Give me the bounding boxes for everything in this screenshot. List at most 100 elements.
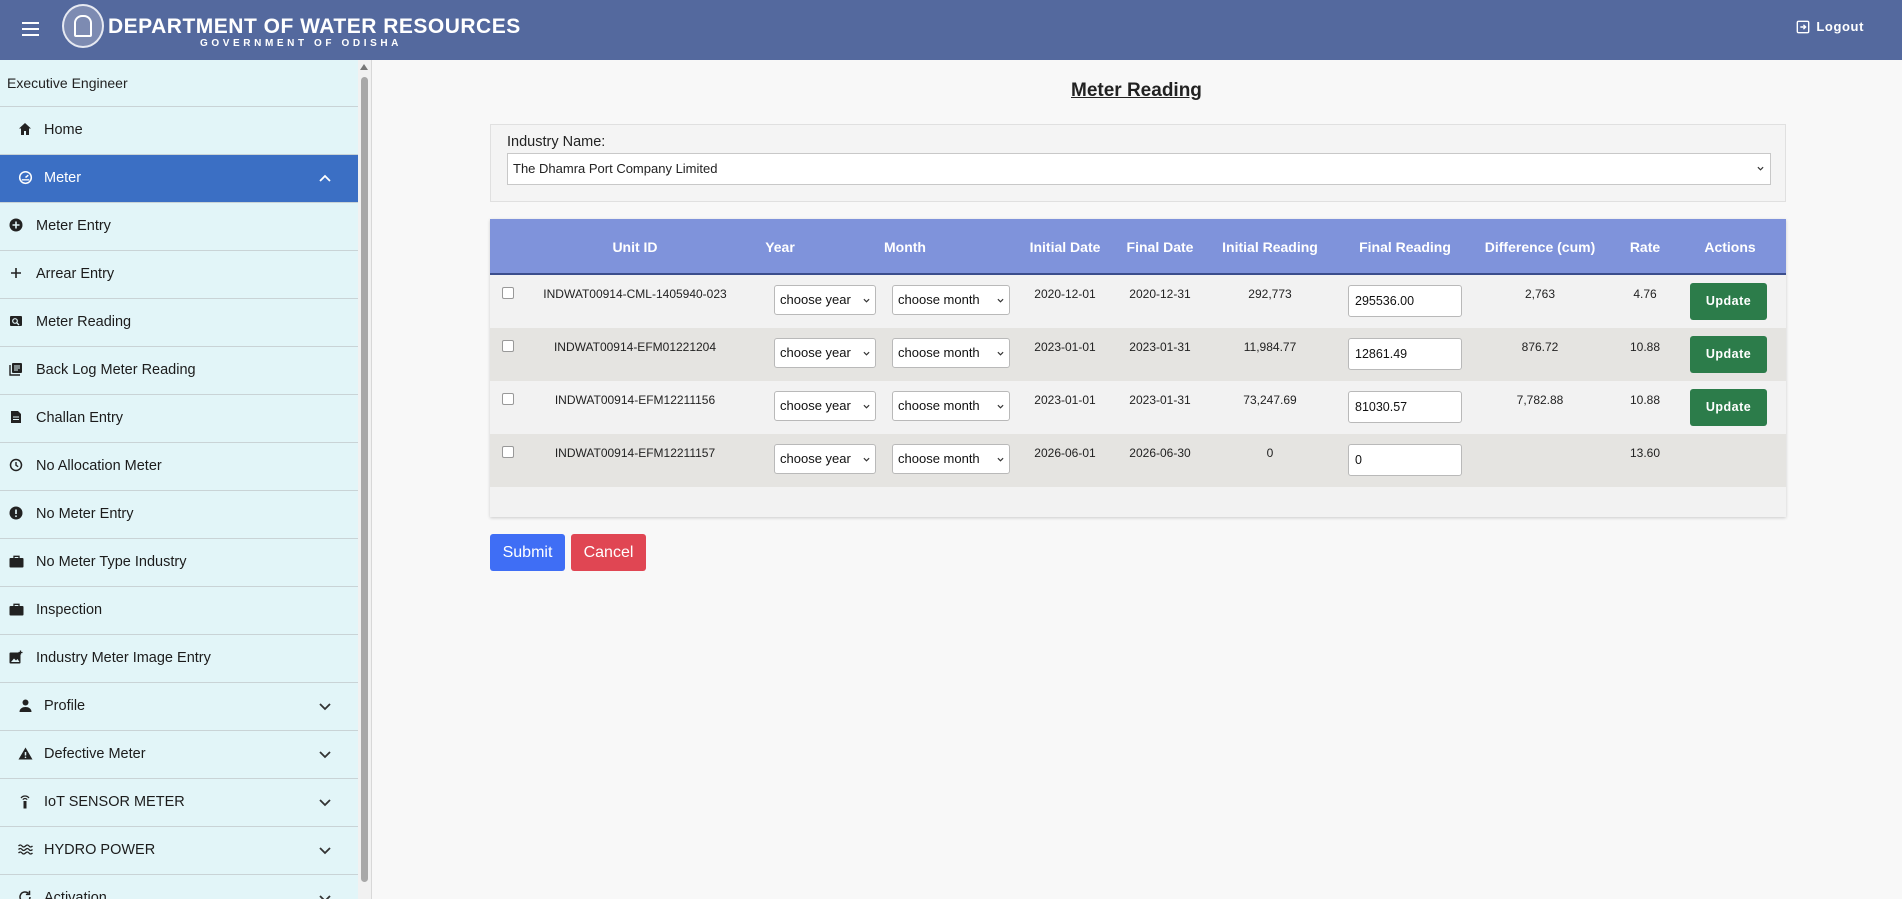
submit-button[interactable]: Submit: [490, 534, 565, 571]
table-row: INDWAT00914-EFM12211157 choose year choo…: [490, 434, 1786, 487]
sidebar-item-meter[interactable]: Meter: [0, 155, 358, 203]
sidebar-item-defective-meter[interactable]: Defective Meter: [0, 731, 358, 779]
government-subtitle: GOVERNMENT OF ODISHA: [200, 38, 403, 49]
initial-reading-cell: 0: [1266, 446, 1274, 460]
month-select[interactable]: choose month: [892, 444, 1010, 474]
sidebar-scrollbar-thumb[interactable]: [361, 77, 368, 882]
column-header-initial-reading: Initial Reading: [1222, 239, 1318, 255]
final-reading-input[interactable]: 81030.57: [1348, 391, 1462, 423]
month-select[interactable]: choose month: [892, 338, 1010, 368]
warning-icon: [17, 745, 33, 761]
final-reading-input[interactable]: 295536.00: [1348, 285, 1462, 317]
month-select-value: choose month: [898, 292, 980, 307]
odisha-emblem-logo: [62, 4, 104, 48]
image-add-icon: [8, 649, 24, 665]
unit-id-cell: INDWAT00914-EFM12211157: [554, 446, 716, 460]
sidebar-item-profile[interactable]: Profile: [0, 683, 358, 731]
column-header-actions: Actions: [1704, 239, 1756, 255]
refresh-icon: [17, 889, 33, 899]
sidebar-scrollbar[interactable]: [358, 60, 372, 899]
sidebar-item-no-meter-type-industry[interactable]: No Meter Type Industry: [0, 539, 358, 587]
year-select-value: choose year: [780, 292, 851, 307]
table-header: Unit ID Year Month Initial Date Final Da…: [490, 219, 1786, 275]
table-row: INDWAT00914-CML-1405940-023 choose year …: [490, 275, 1786, 328]
industry-name-label: Industry Name:: [507, 134, 606, 150]
sidebar-item-challan-entry[interactable]: Challan Entry: [0, 395, 358, 443]
unit-id-cell: INDWAT00914-CML-1405940-023: [543, 287, 727, 301]
reading-icon: [8, 313, 24, 329]
sensor-icon: [17, 793, 33, 809]
chevron-up-icon: [319, 174, 331, 182]
sidebar-item-inspection[interactable]: Inspection: [0, 587, 358, 635]
initial-date-cell: 2023-01-01: [1034, 393, 1096, 407]
menu-icon[interactable]: [22, 22, 39, 36]
chevron-down-icon: [863, 404, 870, 409]
sidebar-item-label: HYDRO POWER: [44, 842, 156, 858]
meter-icon: [17, 169, 33, 185]
month-select-value: choose month: [898, 345, 980, 360]
final-date-cell: 2026-06-30: [1129, 446, 1191, 460]
chevron-down-icon: [319, 703, 331, 711]
year-select[interactable]: choose year: [774, 338, 876, 368]
industry-filter-panel: Industry Name: The Dhamra Port Company L…: [490, 124, 1786, 202]
month-select[interactable]: choose month: [892, 285, 1010, 315]
sidebar-item-label: Challan Entry: [36, 410, 124, 426]
final-reading-input[interactable]: 0: [1348, 444, 1462, 476]
chevron-down-icon: [997, 351, 1004, 356]
initial-reading-cell: 11,984.77: [1243, 340, 1297, 354]
year-select[interactable]: choose year: [774, 391, 876, 421]
chevron-down-icon: [1757, 166, 1764, 171]
column-header-unit-id: Unit ID: [612, 239, 658, 255]
sidebar-item-label: No Meter Type Industry: [36, 554, 187, 570]
update-button[interactable]: Update: [1690, 336, 1767, 373]
sidebar-item-activation[interactable]: Activation: [0, 875, 358, 899]
history-icon: [8, 457, 24, 473]
year-select[interactable]: choose year: [774, 444, 876, 474]
sidebar-item-label: Home: [44, 122, 83, 138]
month-select-value: choose month: [898, 398, 980, 413]
sidebar-item-no-allocation-meter[interactable]: No Allocation Meter: [0, 443, 358, 491]
sidebar-item-label: IoT SENSOR METER: [44, 794, 185, 810]
sidebar-item-home[interactable]: Home: [0, 107, 358, 155]
final-date-cell: 2023-01-31: [1129, 393, 1191, 407]
month-select[interactable]: choose month: [892, 391, 1010, 421]
sidebar-item-arrear-entry[interactable]: Arrear Entry: [0, 251, 358, 299]
sidebar-item-meter-reading[interactable]: Meter Reading: [0, 299, 358, 347]
sidebar-item-label: Inspection: [36, 602, 103, 618]
row-checkbox[interactable]: [502, 446, 514, 458]
sidebar-item-meter-entry[interactable]: Meter Entry: [0, 203, 358, 251]
sidebar-item-no-meter-entry[interactable]: No Meter Entry: [0, 491, 358, 539]
row-checkbox[interactable]: [502, 340, 514, 352]
row-checkbox[interactable]: [502, 393, 514, 405]
year-select[interactable]: choose year: [774, 285, 876, 315]
final-reading-input[interactable]: 12861.49: [1348, 338, 1462, 370]
update-button[interactable]: Update: [1690, 389, 1767, 426]
sidebar-item-industry-meter-image-entry[interactable]: Industry Meter Image Entry: [0, 635, 358, 683]
industry-name-select[interactable]: The Dhamra Port Company Limited: [507, 153, 1771, 185]
final-date-cell: 2023-01-31: [1129, 340, 1191, 354]
table-row: INDWAT00914-EFM12211156 choose year choo…: [490, 381, 1786, 434]
logout-button[interactable]: Logout: [1796, 19, 1864, 34]
waves-icon: [17, 841, 33, 857]
initial-reading-cell: 73,247.69: [1243, 393, 1297, 407]
sidebar-item-back-log-meter-reading[interactable]: Back Log Meter Reading: [0, 347, 358, 395]
table-row: INDWAT00914-EFM01221204 choose year choo…: [490, 328, 1786, 381]
sidebar-item-hydro-power[interactable]: HYDRO POWER: [0, 827, 358, 875]
year-select-value: choose year: [780, 398, 851, 413]
column-header-month: Month: [884, 239, 926, 255]
difference-cell: 876.72: [1521, 340, 1559, 354]
document-icon: [8, 409, 24, 425]
chevron-down-icon: [997, 404, 1004, 409]
cancel-button[interactable]: Cancel: [571, 534, 646, 571]
row-checkbox[interactable]: [502, 287, 514, 299]
rate-cell: 10.88: [1629, 393, 1661, 407]
scroll-up-arrow-icon[interactable]: [360, 64, 368, 70]
plus-icon: [8, 265, 24, 281]
update-button[interactable]: Update: [1690, 283, 1767, 320]
sidebar-item-iot-sensor-meter[interactable]: IoT SENSOR METER: [0, 779, 358, 827]
initial-date-cell: 2023-01-01: [1034, 340, 1096, 354]
column-header-initial-date: Initial Date: [1029, 239, 1101, 255]
sidebar-item-label: No Allocation Meter: [36, 458, 162, 474]
sidebar-item-label: Back Log Meter Reading: [36, 362, 196, 378]
sidebar-item-label: Arrear Entry: [36, 266, 115, 282]
